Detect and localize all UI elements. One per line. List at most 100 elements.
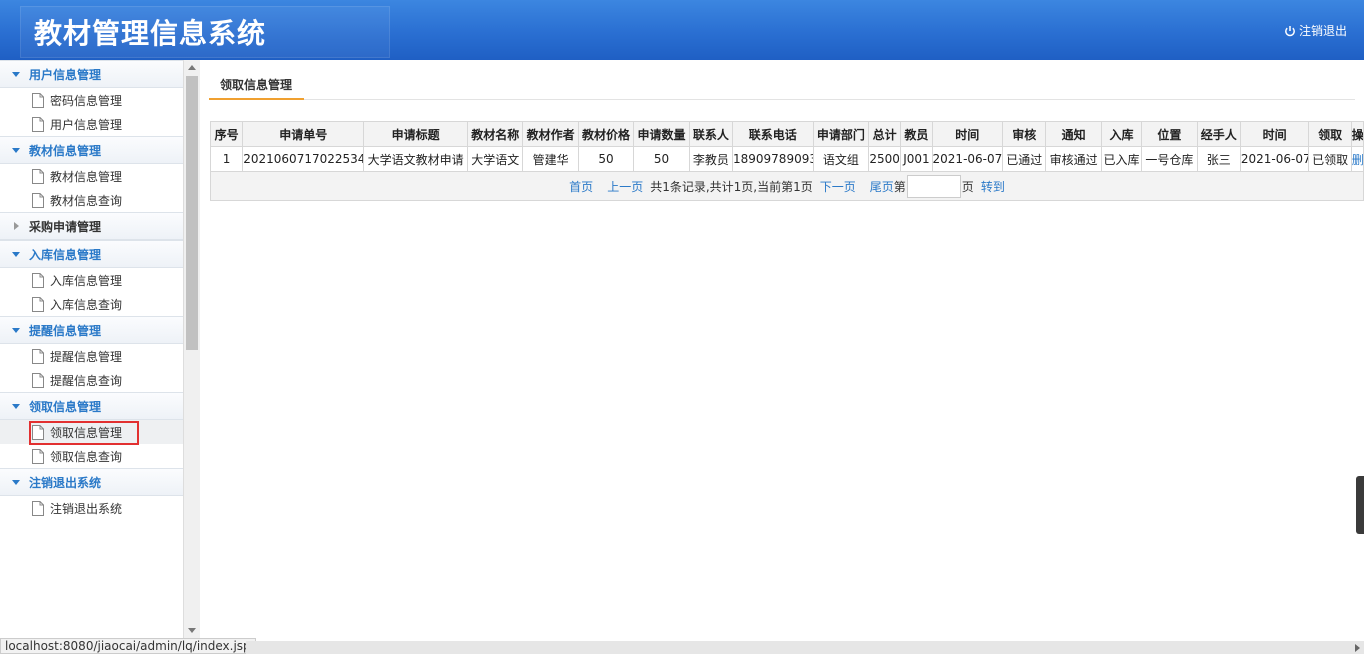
document-icon	[32, 192, 44, 208]
menu-group-header[interactable]: 教材信息管理	[0, 136, 183, 164]
column-header: 时间	[1239, 121, 1310, 147]
menu-group-header[interactable]: 入库信息管理	[0, 240, 183, 268]
menu-item[interactable]: 领取信息查询	[0, 444, 183, 468]
caret-down-icon	[12, 147, 20, 153]
app-header: 教材管理信息系统 注销退出	[0, 0, 1364, 60]
menu-item-label: 教材信息查询	[50, 193, 123, 208]
menu-group: 提醒信息管理 提醒信息管理 提醒信息查询	[0, 316, 183, 392]
scroll-up-arrow-icon[interactable]	[188, 65, 196, 70]
menu-item[interactable]: 领取信息管理	[0, 420, 183, 445]
table-cell: 50	[633, 146, 690, 172]
menu-group: 入库信息管理 入库信息管理 入库信息查询	[0, 240, 183, 316]
table-cell: 1	[209, 146, 244, 172]
column-header: 入库	[1100, 121, 1143, 147]
menu-group-header[interactable]: 采购申请管理	[0, 212, 183, 240]
table-cell: 删	[1350, 146, 1364, 172]
pager-row: 首页 上一页 共1条记录,共计1页,当前第1页 下一页 尾页 第 页 转到	[210, 171, 1364, 201]
table-row: 1 20210607170225343 大学语文教材申请 大学语文 管建华 50 50 李教员…	[209, 146, 1364, 172]
logout-label: 注销退出	[1298, 24, 1347, 38]
table-cell: 语文组	[812, 146, 870, 172]
scroll-right-arrow-icon[interactable]	[1355, 644, 1360, 652]
next-page-link[interactable]: 下一页	[820, 178, 856, 195]
column-header: 申请单号	[242, 121, 365, 147]
records-table: 序号 申请单号 申请标题 教材名称 教材作者 教材价格 申请数量 联系人 联系电话 申请部门 总计教…	[209, 121, 1364, 201]
document-icon	[32, 448, 44, 464]
go-page-link[interactable]: 转到	[981, 178, 1005, 195]
menu-item[interactable]: 密码信息管理	[0, 88, 183, 112]
tab-lq-management[interactable]: 领取信息管理	[209, 72, 305, 100]
table-cell: 已领取	[1308, 146, 1352, 172]
table-cell: 已入库	[1100, 146, 1143, 172]
menu-group: 用户信息管理 密码信息管理 用户信息管理	[0, 60, 183, 136]
menu-item-label: 入库信息管理	[50, 273, 123, 288]
scroll-down-arrow-icon[interactable]	[188, 628, 196, 633]
column-header: 操	[1350, 121, 1364, 147]
horizontal-scrollbar[interactable]	[246, 641, 1364, 654]
column-header: 通知	[1045, 121, 1102, 147]
menu-group-header[interactable]: 领取信息管理	[0, 392, 183, 420]
prev-page-link[interactable]: 上一页	[607, 178, 643, 195]
menu-item[interactable]: 用户信息管理	[0, 112, 183, 136]
page-number-input[interactable]	[906, 174, 961, 198]
page-suffix-label: 页	[961, 179, 974, 194]
menu-group: 采购申请管理	[0, 212, 183, 240]
menu-group-header[interactable]: 用户信息管理	[0, 60, 183, 88]
tab-bar: 领取信息管理	[209, 72, 1355, 100]
caret-down-icon	[12, 403, 20, 409]
column-header: 联系人	[688, 121, 734, 147]
side-widget[interactable]	[1356, 476, 1364, 534]
menu-item[interactable]: 教材信息查询	[0, 188, 183, 212]
menu-group-label: 注销退出系统	[29, 475, 102, 490]
menu-group: 教材信息管理 教材信息管理 教材信息查询	[0, 136, 183, 212]
column-header: 教材作者	[522, 121, 579, 147]
column-header: 序号	[209, 121, 244, 147]
delete-link[interactable]: 删	[1352, 153, 1362, 167]
menu-group-header[interactable]: 提醒信息管理	[0, 316, 183, 344]
caret-down-icon	[12, 479, 20, 485]
logout-button[interactable]: 注销退出	[1284, 22, 1347, 39]
scrollbar-thumb[interactable]	[186, 76, 198, 350]
pager-cell: 首页 上一页 共1条记录,共计1页,当前第1页 下一页 尾页 第 页 转到	[210, 171, 1364, 201]
column-header: 领取	[1308, 121, 1352, 147]
menu-item[interactable]: 提醒信息管理	[0, 344, 183, 368]
column-header: 申请标题	[363, 121, 468, 147]
table-cell: 已通过	[1002, 146, 1047, 172]
pager-summary: 共1条记录,共计1页,当前第1页	[650, 179, 813, 194]
column-header: 位置	[1141, 121, 1198, 147]
menu-group-header[interactable]: 注销退出系统	[0, 468, 183, 496]
table-cell: 一号仓库	[1141, 146, 1198, 172]
caret-down-icon	[12, 251, 20, 257]
table-cell: 审核通过	[1045, 146, 1102, 172]
column-header: 教材价格	[577, 121, 635, 147]
column-header: 时间	[931, 121, 1004, 147]
menu-group-label: 用户信息管理	[29, 67, 102, 82]
menu-group-label: 领取信息管理	[29, 399, 102, 414]
menu-item[interactable]: 教材信息管理	[0, 164, 183, 188]
menu-item[interactable]: 注销退出系统	[0, 496, 183, 520]
menu-item[interactable]: 提醒信息查询	[0, 368, 183, 392]
last-page-link[interactable]: 尾页	[870, 178, 894, 195]
menu-group-label: 教材信息管理	[29, 143, 102, 158]
menu-item[interactable]: 入库信息管理	[0, 268, 183, 292]
sidebar-scrollbar[interactable]	[184, 60, 200, 638]
menu-item[interactable]: 入库信息查询	[0, 292, 183, 316]
pagination: 首页 上一页 共1条记录,共计1页,当前第1页 下一页 尾页 第 页 转到	[212, 174, 1363, 198]
table-cell: J001	[900, 146, 933, 172]
menu-item-label: 提醒信息查询	[50, 373, 123, 388]
document-icon	[32, 92, 44, 108]
table-cell: 2021-06-07	[931, 146, 1004, 172]
menu-item-label: 提醒信息管理	[50, 349, 123, 364]
power-icon	[1285, 25, 1295, 36]
first-page-link[interactable]: 首页	[569, 178, 593, 195]
column-header: 联系电话	[732, 121, 814, 147]
document-icon	[32, 500, 44, 516]
caret-right-icon	[14, 222, 19, 230]
status-bar-url: localhost:8080/jiaocai/admin/lq/index.js…	[0, 638, 256, 654]
menu-group: 注销退出系统 注销退出系统	[0, 468, 183, 520]
column-header: 审核	[1002, 121, 1047, 147]
document-icon	[32, 116, 44, 132]
app-title: 教材管理信息系统	[34, 17, 267, 50]
table-cell: 张三	[1196, 146, 1241, 172]
table-cell: 大学语文教材申请	[363, 146, 468, 172]
menu-group-label: 提醒信息管理	[29, 323, 102, 338]
